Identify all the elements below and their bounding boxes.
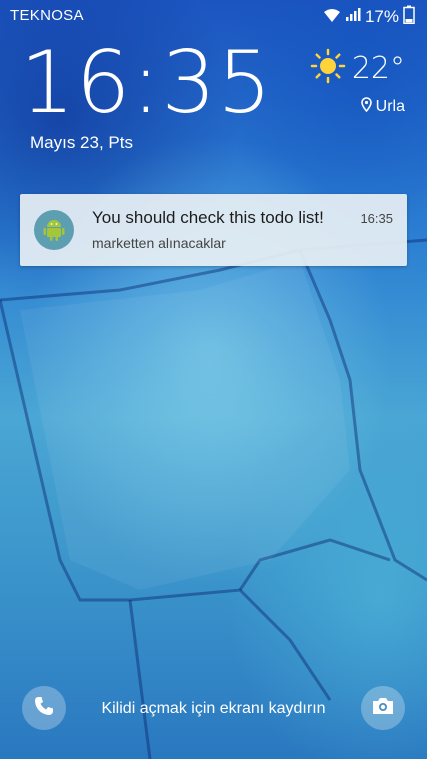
battery-percent: 17% <box>364 7 399 26</box>
lockscreen-clock: 16:35 <box>20 33 273 133</box>
notification-body: marketten alınacaklar <box>92 235 226 251</box>
temperature: 22° <box>351 51 405 86</box>
wifi-icon <box>323 7 341 28</box>
sun-icon <box>310 48 346 89</box>
battery-icon <box>403 5 415 29</box>
android-app-icon <box>34 210 74 250</box>
location-label: Urla <box>375 98 405 115</box>
location-pin-icon <box>360 97 372 117</box>
carrier-label: TEKNOSA <box>10 7 84 24</box>
lockscreen-date: Mayıs 23, Pts <box>30 133 133 152</box>
status-bar: TEKNOSA 17% <box>0 0 427 30</box>
notification-card[interactable]: You should check this todo list! 16:35 m… <box>20 194 407 266</box>
notification-time: 16:35 <box>360 211 393 226</box>
signal-icon <box>345 7 361 27</box>
status-icons: 17% <box>323 5 415 29</box>
camera-icon <box>371 696 395 721</box>
notification-title: You should check this todo list! <box>92 208 324 227</box>
bottom-shortcuts: Kilidi açmak için ekranı kaydırın <box>0 680 427 740</box>
camera-shortcut-button[interactable] <box>361 686 405 730</box>
weather-widget[interactable]: 22° Urla <box>310 48 405 117</box>
